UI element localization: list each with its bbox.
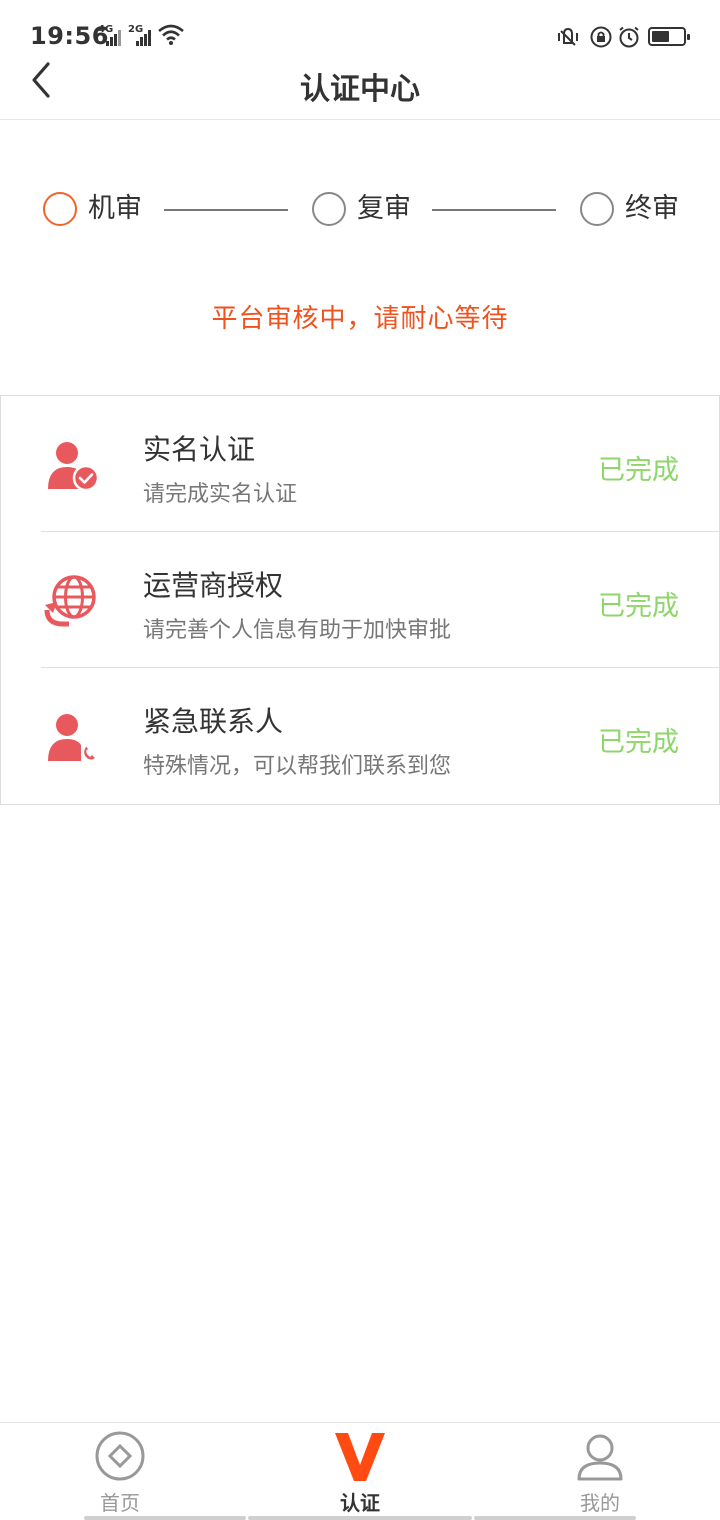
- list-item-carrier-auth[interactable]: 运营商授权 请完善个人信息有助于加快审批 已完成: [1, 532, 719, 668]
- tab-label: 首页: [100, 1491, 140, 1515]
- profile-icon: [577, 1434, 623, 1481]
- tab-underline: [248, 1516, 472, 1520]
- tab-underline: [474, 1516, 636, 1520]
- item-title: 紧急联系人: [143, 705, 284, 738]
- wifi-icon: [158, 24, 184, 45]
- item-title: 运营商授权: [143, 569, 284, 602]
- status-badge: 已完成: [598, 455, 679, 486]
- step-connector: [432, 209, 556, 211]
- tab-label: 我的: [580, 1491, 620, 1515]
- step-circle-icon: [43, 192, 77, 226]
- tab-underline: [84, 1516, 246, 1520]
- step-label: 复审: [357, 193, 411, 224]
- tab-label: 认证: [340, 1491, 380, 1515]
- list-item-emergency-contact[interactable]: 紧急联系人 特殊情况，可以帮我们联系到您 已完成: [1, 668, 719, 804]
- rotation-lock-icon: [590, 26, 612, 48]
- review-status-message: 平台审核中，请耐心等待: [211, 304, 509, 334]
- tab-mine[interactable]: 我的: [480, 1423, 720, 1520]
- step-label: 终审: [625, 193, 679, 224]
- battery-icon: [648, 27, 690, 46]
- page-title: 认证中心: [300, 72, 420, 107]
- step-circle-icon: [580, 192, 614, 226]
- tab-home[interactable]: 首页: [0, 1423, 240, 1520]
- verification-list: 实名认证 请完成实名认证 已完成 运营商授权 请完善个人信息有助于加快审批 已完…: [0, 395, 720, 805]
- tab-verify[interactable]: 认证: [240, 1423, 480, 1520]
- status-badge: 已完成: [598, 727, 679, 758]
- step-label: 机审: [88, 193, 142, 224]
- item-subtitle: 特殊情况，可以帮我们联系到您: [143, 754, 452, 779]
- review-steps: 机审 复审 终审: [0, 180, 720, 240]
- v-logo-icon: [335, 1433, 385, 1481]
- list-item-real-name[interactable]: 实名认证 请完成实名认证 已完成: [1, 396, 719, 532]
- header-bar: 认证中心: [0, 56, 720, 120]
- step-connector: [164, 209, 288, 211]
- user-check-icon: [48, 442, 100, 492]
- status-badge: 已完成: [598, 591, 679, 622]
- home-diamond-icon: [95, 1431, 145, 1481]
- item-subtitle: 请完善个人信息有助于加快审批: [143, 618, 452, 643]
- globe-refresh-icon: [44, 575, 96, 627]
- vibrate-mute-icon: [558, 27, 578, 46]
- alarm-icon: [619, 26, 639, 48]
- status-bar: 19:56 4G 2G: [0, 0, 720, 56]
- item-title: 实名认证: [143, 433, 256, 466]
- step-circle-icon: [312, 192, 346, 226]
- bottom-tab-bar: 首页 认证 我的: [0, 1422, 720, 1520]
- user-phone-icon: [48, 714, 98, 762]
- item-subtitle: 请完成实名认证: [143, 482, 298, 507]
